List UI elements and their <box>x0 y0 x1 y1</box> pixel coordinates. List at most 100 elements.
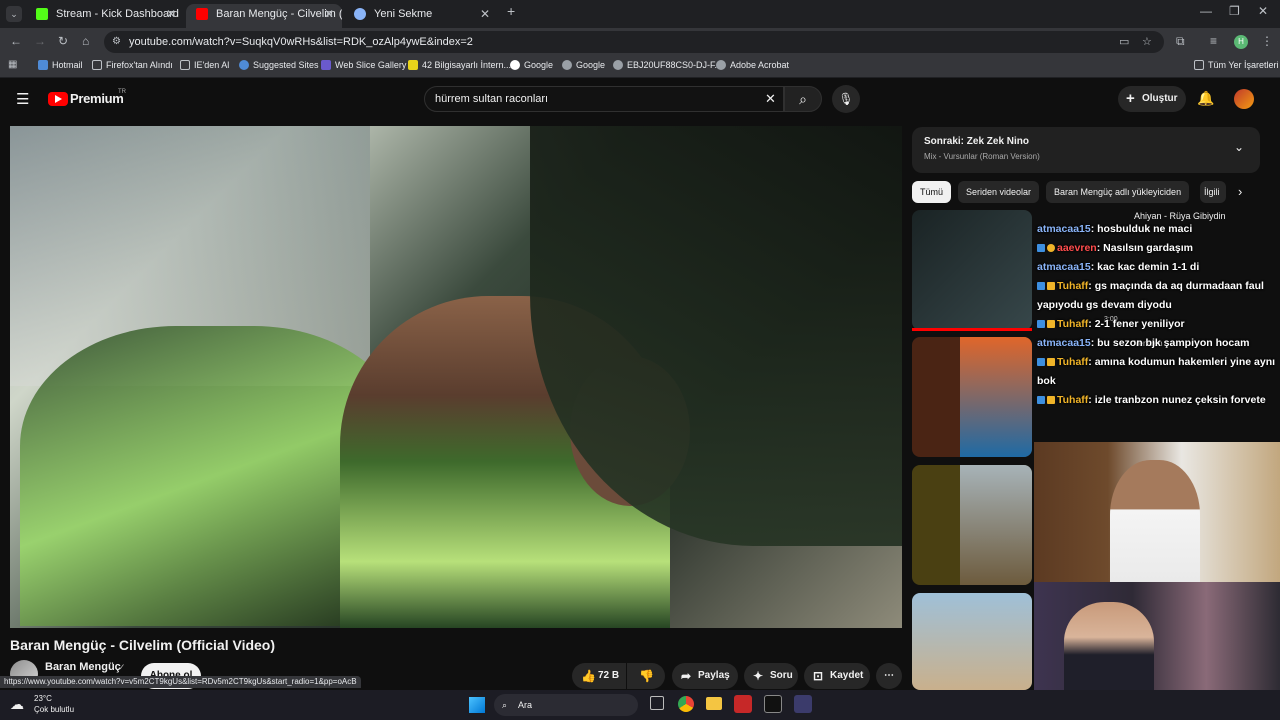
chat-text: : 2-1 fener yeniliyor <box>1088 318 1185 330</box>
close-icon[interactable]: ✕ <box>324 4 334 24</box>
ndi-icon[interactable] <box>764 695 782 713</box>
like-button[interactable]: 👍 72 B <box>572 663 626 689</box>
browser-toolbar: ← → ↻ ⌂ ⚙ youtube.com/watch?v=SuqkqV0wRH… <box>0 28 1280 56</box>
reload-icon[interactable]: ↻ <box>58 34 68 48</box>
chat-text: : bu sezon bjk şampiyon hocam <box>1090 337 1250 349</box>
recommendation-thumbnail[interactable] <box>912 593 1032 690</box>
bookmarks-bar: ▦ Hotmail Firefox'tan Alındı IE'den Al S… <box>0 56 1280 78</box>
clear-search-icon[interactable]: ✕ <box>765 87 776 111</box>
watch-progress <box>912 328 1032 331</box>
chevron-right-icon[interactable]: › <box>1238 184 1242 199</box>
profile-avatar[interactable]: H <box>1234 35 1248 49</box>
tab-youtube-video[interactable]: Baran Mengüç - Cilvelim (O ✕ <box>186 4 342 28</box>
search-icon: ⌕ <box>799 91 807 107</box>
webcam-person <box>1064 602 1154 690</box>
globe-icon <box>716 60 726 70</box>
youtube-icon <box>196 8 208 20</box>
all-bookmarks[interactable]: Tüm Yer İşaretleri <box>1194 60 1279 70</box>
more-actions-button[interactable]: ⋯ <box>876 663 902 689</box>
create-button[interactable]: + Oluştur <box>1118 86 1186 112</box>
video-player[interactable] <box>10 126 902 628</box>
share-label: Paylaş <box>698 670 730 681</box>
like-count: 72 B <box>598 670 620 681</box>
notifications-bell-icon[interactable]: 🔔 <box>1197 90 1214 107</box>
chip-series-videos[interactable]: Seriden videolar <box>958 181 1040 203</box>
bookmark-item[interactable]: EBJ20UF88CS0-DJ-F... <box>613 60 722 70</box>
bookmark-item[interactable]: 42 Bilgisayarlı İntern... <box>408 60 511 70</box>
thumbs-up-icon: 👍 <box>581 669 596 683</box>
address-bar[interactable]: ⚙ youtube.com/watch?v=SuqkqV0wRHs&list=R… <box>104 31 1164 53</box>
app-icon[interactable] <box>734 695 752 713</box>
obs-icon[interactable] <box>794 695 812 713</box>
tab-kick-dashboard[interactable]: Stream - Kick Dashboard ✕ <box>26 4 184 28</box>
tab-search-icon[interactable]: ⌄ <box>6 6 22 22</box>
bookmark-star-icon[interactable]: ☆ <box>1142 31 1152 53</box>
share-button[interactable]: ➦ Paylaş <box>672 663 738 689</box>
bookmark-item[interactable]: Suggested Sites <box>239 60 319 70</box>
verified-icon: ✓ <box>118 662 126 672</box>
up-next-title: Sonraki: Zek Zek Nino <box>924 136 1030 147</box>
home-icon[interactable]: ⌂ <box>82 34 89 48</box>
bookmark-folder[interactable]: IE'den Al <box>180 60 229 70</box>
extensions-icon[interactable]: ⧉ <box>1176 34 1185 49</box>
close-icon[interactable]: ✕ <box>480 4 490 24</box>
kick-icon <box>36 8 48 20</box>
apps-icon[interactable]: ▦ <box>8 59 17 70</box>
ask-button[interactable]: ✦ Soru <box>744 663 798 689</box>
play-icon <box>55 95 62 103</box>
save-button[interactable]: ⊡ Kaydet <box>804 663 870 689</box>
close-window-icon[interactable]: ✕ <box>1258 4 1268 18</box>
chat-username: Tuhaff <box>1057 318 1089 330</box>
recommendation-thumbnail[interactable] <box>912 337 1032 457</box>
hamburger-menu-icon[interactable]: ☰ <box>16 90 29 108</box>
menu-icon[interactable]: ⋮ <box>1261 34 1273 48</box>
url-text: youtube.com/watch?v=SuqkqV0wRHs&list=RDK… <box>129 36 473 48</box>
youtube-logo[interactable] <box>48 92 68 106</box>
file-explorer-icon[interactable] <box>706 697 722 710</box>
chip-related[interactable]: İlgili <box>1200 181 1226 203</box>
up-next-panel[interactable]: Sonraki: Zek Zek Nino Mix - Vursunlar (R… <box>912 127 1260 173</box>
taskbar-search[interactable]: ⌕ Ara <box>494 694 638 716</box>
start-button[interactable] <box>469 697 485 713</box>
weather-desc[interactable]: Çok bulutlu <box>34 705 74 714</box>
forward-icon[interactable]: → <box>34 34 46 48</box>
site-info-icon[interactable]: ⚙ <box>112 31 121 53</box>
close-icon[interactable]: ✕ <box>166 4 176 24</box>
bookmark-item[interactable]: Google <box>510 60 553 70</box>
back-icon[interactable]: ← <box>10 34 22 48</box>
dislike-button[interactable]: 👎 <box>627 663 665 689</box>
chevron-down-icon[interactable]: ⌄ <box>1234 140 1244 154</box>
recommendation-thumbnail[interactable] <box>912 465 1032 585</box>
bookmark-item[interactable]: Web Slice Gallery <box>321 60 406 70</box>
bookmark-item[interactable]: Google <box>562 60 605 70</box>
badge-icon <box>1037 396 1045 405</box>
channel-name[interactable]: Baran Mengüç <box>45 661 121 673</box>
search-button[interactable]: ⌕ <box>784 86 822 112</box>
globe-icon <box>613 60 623 70</box>
chat-message: Tuhaff: gs maçında da aq durmadaan faul … <box>1034 277 1280 315</box>
youtube-header: ☰ Premium TR hürrem sultan raconları ✕ ⌕… <box>0 80 1280 120</box>
search-input[interactable]: hürrem sultan raconları ✕ <box>424 86 784 112</box>
bookmark-item[interactable]: Adobe Acrobat <box>716 60 789 70</box>
bookmark-item[interactable]: Hotmail <box>38 60 83 70</box>
maximize-icon[interactable]: ❐ <box>1229 4 1240 18</box>
task-view-icon[interactable] <box>650 696 664 710</box>
chip-uploader[interactable]: Baran Mengüç adlı yükleyiciden <box>1046 181 1190 203</box>
tab-label: Stream - Kick Dashboard <box>56 8 179 20</box>
voice-search-button[interactable]: 🎙 <box>832 85 860 113</box>
cast-icon[interactable]: ▭ <box>1119 31 1129 53</box>
account-avatar[interactable] <box>1234 89 1254 109</box>
chip-all[interactable]: Tümü <box>912 181 952 203</box>
minimize-icon[interactable]: — <box>1200 4 1212 18</box>
reading-list-icon[interactable]: ≡ <box>1210 34 1217 48</box>
bookmark-folder[interactable]: Firefox'tan Alındı <box>92 60 173 70</box>
weather-temp[interactable]: 23°C <box>34 694 52 703</box>
google-icon <box>510 60 520 70</box>
save-label: Kaydet <box>830 670 864 681</box>
folder-icon <box>1194 60 1204 70</box>
tab-new-tab[interactable]: Yeni Sekme ✕ <box>344 4 498 28</box>
recommendation-thumbnail[interactable] <box>912 210 1032 330</box>
chrome-taskbar-icon[interactable] <box>678 696 694 712</box>
chat-username: atmacaa15 <box>1037 261 1091 273</box>
new-tab-icon[interactable]: + <box>507 3 515 19</box>
